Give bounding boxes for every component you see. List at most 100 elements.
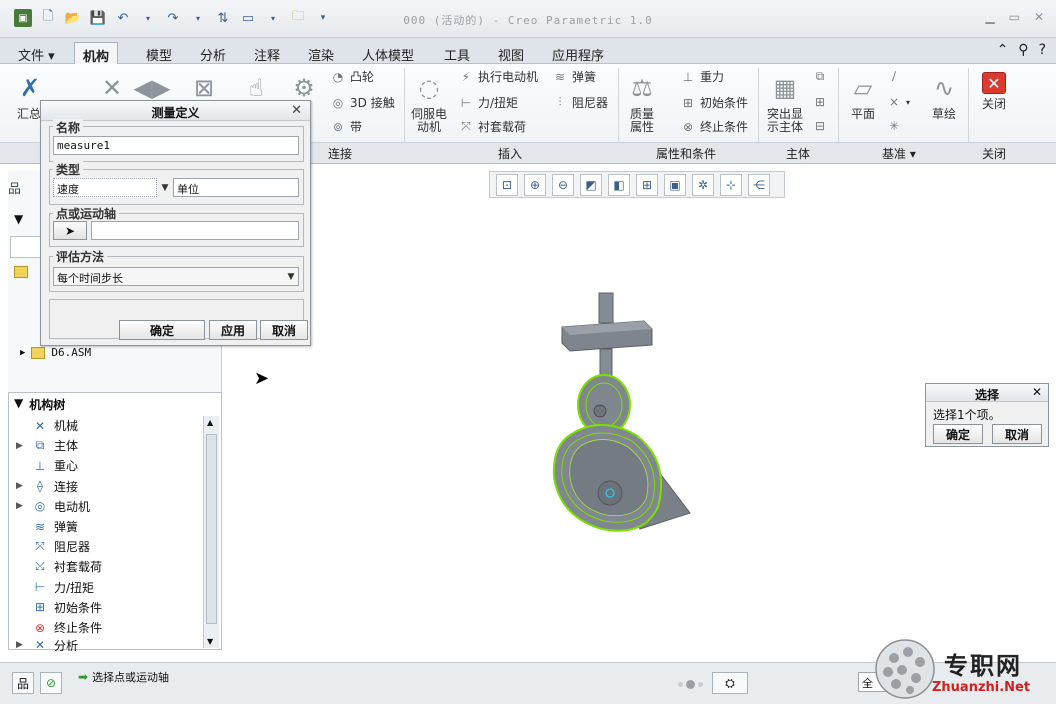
type-dropdown-icon[interactable]: ▼	[158, 179, 172, 196]
mech-tree-item[interactable]: ⊞ 初始条件	[16, 599, 102, 616]
name-field[interactable]: measure1	[53, 136, 299, 155]
body-reconnect-button[interactable]: ⊟	[812, 118, 828, 134]
mech-tree-item[interactable]: ⊗ 终止条件	[16, 619, 102, 636]
saved-orientations-icon[interactable]: ⊞	[636, 173, 658, 196]
tab-tools[interactable]: 工具	[436, 42, 478, 64]
tab-file[interactable]: 文件 ▾	[10, 42, 63, 64]
view-manager-icon[interactable]: ▣	[664, 173, 686, 196]
mech-tree-item[interactable]: ⤩ 衬套载荷	[16, 558, 102, 575]
select-ok-button[interactable]: 确定	[933, 424, 983, 444]
termination-condition-button[interactable]: ⊗ 终止条件	[680, 118, 748, 135]
spin-center-icon[interactable]: ⋲	[748, 173, 770, 196]
tab-analysis[interactable]: 分析	[192, 42, 234, 64]
damper-button[interactable]: ⫶ 阻尼器	[552, 94, 608, 111]
initial-condition-button[interactable]: ⊞ 初始条件	[680, 94, 748, 111]
mech-tree-item[interactable]: ▶ ◎ 电动机	[16, 498, 90, 515]
zoom-in-icon[interactable]: ⊕	[524, 173, 546, 196]
model-tree-header-icon[interactable]: ▼	[14, 212, 23, 226]
spring-button[interactable]: ≋ 弹簧	[552, 68, 596, 85]
eval-method-select[interactable]: 每个时间步长	[53, 267, 299, 286]
plane-button[interactable]: ▱ 平面	[844, 72, 882, 121]
body-define-button[interactable]: ⧉	[812, 68, 828, 84]
csys-button[interactable]: ✳	[886, 118, 902, 134]
expand-arrow-icon[interactable]: ▶	[16, 640, 26, 650]
force-torque-button[interactable]: ⊢ 力/扭矩	[458, 94, 518, 111]
point-button[interactable]: × ▾	[886, 94, 910, 110]
mechanism-tree-scrollbar[interactable]: ▲ ▼	[203, 416, 219, 648]
servo-motor-button[interactable]: ◌ 伺服电 动机	[408, 72, 450, 134]
ok-button[interactable]: 确定	[119, 320, 205, 340]
gravity-button[interactable]: ⊥ 重力	[680, 68, 724, 85]
dialog-close-icon[interactable]: ✕	[291, 103, 302, 118]
group-label-datum[interactable]: 基准 ▾	[882, 145, 916, 162]
tab-mechanism[interactable]: 机构	[74, 42, 119, 65]
find-icon[interactable]: ⛭	[712, 672, 748, 694]
mech-tree-item[interactable]: ✕ 机械	[16, 417, 78, 434]
mass-properties-button[interactable]: ⚖ 质量 属性	[622, 72, 662, 134]
type-select[interactable]: 速度	[53, 178, 157, 197]
top-rod[interactable]	[598, 292, 614, 324]
maximize-icon[interactable]: ▭	[1009, 10, 1020, 24]
show-browser-icon[interactable]: ⊘	[40, 672, 62, 694]
execute-motor-button[interactable]: ⚡ 执行电动机	[458, 68, 538, 85]
sketch-button[interactable]: ∿ 草绘	[926, 72, 962, 121]
motor-icon: ◎	[34, 499, 46, 514]
scroll-thumb[interactable]	[206, 434, 217, 624]
mech-tree-item[interactable]: ▶ ✕ 分析	[16, 639, 78, 651]
mech-tree-item[interactable]: ⊥ 重心	[16, 457, 78, 474]
point-axis-field[interactable]	[91, 221, 299, 240]
tree-toolbar-icon[interactable]: 品	[8, 178, 21, 197]
expand-arrow-icon[interactable]: ▶	[16, 481, 26, 491]
expand-arrow-icon[interactable]: ▶	[16, 441, 26, 451]
show-navigator-icon[interactable]: 品	[12, 672, 34, 694]
mech-tree-item[interactable]: ▶ ⟠ 连接	[16, 478, 78, 495]
contact-3d-button[interactable]: ◎ 3D 接触	[330, 94, 395, 111]
tab-model[interactable]: 模型	[138, 42, 180, 64]
eval-method-dropdown-icon[interactable]: ▼	[284, 268, 298, 285]
tree-row-asm[interactable]: ▶ D6.ASM	[20, 346, 91, 359]
cam-button[interactable]: ◔ 凸轮	[330, 68, 374, 85]
select-dialog-close-icon[interactable]: ✕	[1032, 385, 1042, 399]
mech-tree-item[interactable]: ≋ 弹簧	[16, 518, 78, 535]
display-style-icon[interactable]: ◧	[608, 173, 630, 196]
close-mechanism-button[interactable]: ✕ 关闭	[976, 72, 1012, 111]
cam-mechanism-model[interactable]	[540, 285, 710, 545]
cancel-button[interactable]: 取消	[260, 320, 308, 340]
select-dialog-title: 选择	[926, 384, 1048, 402]
point-dropdown-icon[interactable]: ▾	[906, 98, 910, 107]
highlight-bodies-button[interactable]: ▦ 突出显 示主体	[762, 72, 808, 134]
minimize-ribbon-icon[interactable]: ⌃	[997, 42, 1009, 58]
repaint-icon[interactable]: ◩	[580, 173, 602, 196]
select-cancel-button[interactable]: 取消	[992, 424, 1042, 444]
datum-display-icon[interactable]: ✲	[692, 173, 714, 196]
tab-render[interactable]: 渲染	[300, 42, 342, 64]
mass-properties-icon: ⚖	[631, 73, 653, 102]
bushing-load-button[interactable]: ⤧ 衬套载荷	[458, 118, 526, 135]
expand-arrow-icon[interactable]: ▶	[20, 348, 25, 358]
tab-view[interactable]: 视图	[490, 42, 532, 64]
expand-arrow-icon[interactable]: ▶	[16, 501, 26, 511]
mech-tree-item[interactable]: ⊢ 力/扭矩	[16, 579, 94, 596]
tab-annotate[interactable]: 注释	[246, 42, 288, 64]
axis-button[interactable]: ∕	[886, 68, 902, 84]
help-icon[interactable]: ?	[1039, 42, 1046, 58]
select-point-button[interactable]: ➤	[53, 221, 87, 240]
type-legend: 类型	[53, 161, 84, 178]
search-icon[interactable]: ⚲	[1018, 42, 1028, 58]
mech-tree-item[interactable]: ⤧ 阻尼器	[16, 538, 90, 555]
tab-applications[interactable]: 应用程序	[544, 42, 612, 64]
zoom-out-icon[interactable]: ⊖	[552, 173, 574, 196]
belt-button[interactable]: ⊚ 带	[330, 118, 362, 135]
refit-icon[interactable]: ⊡	[496, 173, 518, 196]
term-cond-icon: ⊗	[34, 620, 46, 635]
body-redefine-button[interactable]: ⊞	[812, 94, 828, 110]
tab-manikin[interactable]: 人体模型	[354, 42, 422, 64]
mech-tree-item[interactable]: ▶ ⧉ 主体	[16, 437, 78, 454]
apply-button[interactable]: 应用	[209, 320, 257, 340]
scroll-down-icon[interactable]: ▼	[207, 637, 213, 646]
annotation-display-icon[interactable]: ⊹	[720, 173, 742, 196]
mechanism-tree-header[interactable]: ▼ 机构树	[14, 396, 65, 413]
minimize-icon[interactable]: ▁	[985, 10, 994, 24]
scroll-up-icon[interactable]: ▲	[207, 418, 213, 427]
close-icon[interactable]: ✕	[1034, 10, 1044, 24]
